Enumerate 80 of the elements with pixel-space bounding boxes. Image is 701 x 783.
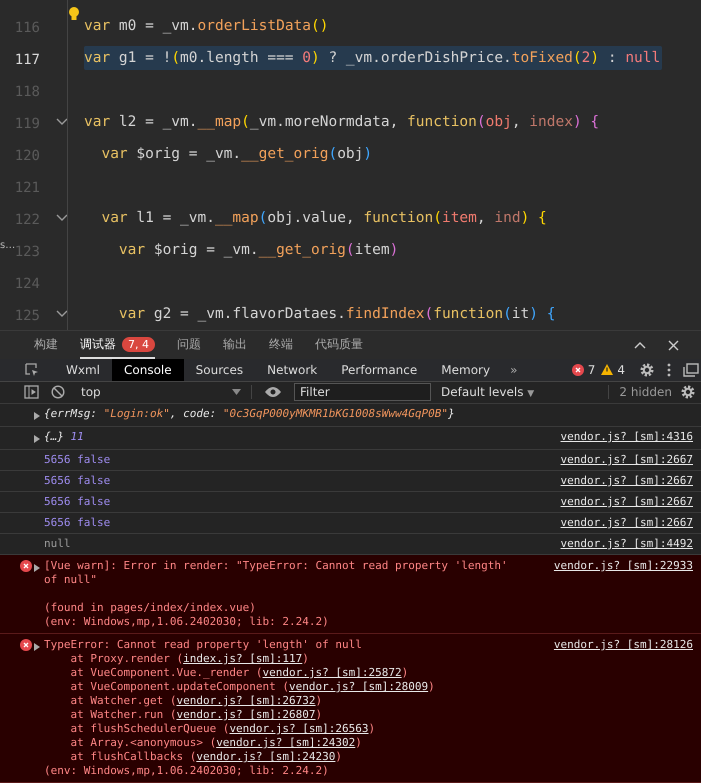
more-icon[interactable] (667, 362, 671, 377)
devtools-tab[interactable]: Sources (184, 359, 256, 381)
lightbulb-icon[interactable] (68, 6, 80, 22)
warning-count: 4 (617, 362, 625, 377)
devtools-tab[interactable]: Network (255, 359, 330, 381)
panel-tab[interactable]: 代码质量 (315, 331, 363, 360)
console-text: (found in pages/index/index.vue) (44, 601, 256, 614)
devtools-tab[interactable]: Wxml (54, 359, 112, 381)
chevron-down-icon[interactable] (56, 310, 68, 318)
devtools-tab[interactable]: Performance (329, 359, 430, 381)
console-text: at Proxy.render (index.js? [sm]:117) (69, 652, 309, 666)
panel-tab[interactable]: 问题 (177, 331, 201, 360)
close-icon[interactable] (668, 340, 679, 351)
expand-arrow-icon[interactable] (34, 412, 40, 420)
panel-tab[interactable]: 终端 (269, 331, 293, 360)
code-line: var l2 = _vm.__map(_vm.moreNormdata, function(obj, index) { (84, 114, 600, 130)
eye-icon[interactable] (264, 386, 282, 398)
code-line: var $orig = _vm.__get_orig(obj) (100, 146, 372, 162)
sidebar-icon[interactable] (24, 385, 39, 400)
console-text: 5656 false (44, 474, 110, 488)
console-text: 5656 false (44, 516, 110, 530)
chevron-down-icon[interactable] (56, 214, 68, 222)
clear-icon[interactable] (51, 385, 65, 400)
source-link[interactable]: vendor.js? [sm]:2667 (560, 516, 693, 530)
hidden-count: 2 hidden (608, 385, 672, 400)
warning-icon (601, 364, 614, 376)
console-text: 5656 false (44, 453, 110, 466)
error-count: 7 (588, 362, 596, 377)
source-link[interactable]: vendor.js? [sm]:2667 (560, 474, 693, 488)
error-icon (20, 639, 32, 652)
inspect-icon[interactable] (24, 362, 40, 378)
line-number: 117 (14, 52, 40, 68)
source-link[interactable]: vendor.js? [sm]:4492 (560, 537, 693, 552)
console-text: at VueComponent.updateComponent (vendor.js? [sm]:28009) (69, 680, 435, 694)
source-link[interactable]: vendor.js? [sm]:28126 (554, 638, 693, 778)
code-line: var g1 = !(m0.length === 0) ? _vm.orderDishPrice.toFixed(2) : null (84, 50, 660, 66)
console-text: (env: Windows,mp,1.06.2402030; lib: 2.24.2) (44, 615, 329, 628)
source-link[interactable]: vendor.js? [sm]:2667 (560, 453, 693, 468)
devtools-tab[interactable]: Console (112, 359, 184, 381)
context-select[interactable]: top (81, 385, 252, 400)
error-icon (572, 364, 584, 376)
console-text: at VueComponent.Vue._render (vendor.js? [sm]:25872) (69, 666, 408, 680)
console-text: null (44, 537, 70, 550)
panel-tab[interactable]: 构建 (34, 331, 58, 360)
console-text: at Array.<anonymous> (vendor.js? [sm]:24302) (69, 736, 362, 750)
panel-tab[interactable]: 输出 (223, 331, 247, 360)
source-link[interactable]: vendor.js? [sm]:22933 (554, 559, 693, 630)
expand-arrow-icon[interactable] (34, 643, 40, 652)
code-line: var $orig = _vm.__get_orig(item) (118, 242, 398, 258)
source-link[interactable]: vendor.js? [sm]:2667 (560, 495, 693, 510)
console-text: (env: Windows,mp,1.06.2402030; lib: 2.24.2) (44, 764, 329, 778)
console-text: at flushSchedulerQueue (vendor.js? [sm]:26563) (69, 722, 376, 736)
tab-label: s… (0, 240, 16, 251)
devtools-tab[interactable]: Memory (429, 359, 502, 381)
chevron-up-icon[interactable] (634, 341, 646, 350)
expand-arrow-icon[interactable] (34, 435, 40, 444)
console-text: at Watcher.get (vendor.js? [sm]:26732) (69, 694, 322, 708)
code-line: var l1 = _vm.__map(obj.value, function(item, ind) { (100, 210, 547, 226)
console-text: at flushCallbacks (vendor.js? [sm]:24230) (69, 750, 342, 764)
console-text: 5656 false (44, 495, 110, 508)
code-line: var m0 = _vm.orderListData() (84, 18, 328, 34)
source-link[interactable]: vendor.js? [sm]:4316 (560, 430, 693, 446)
dock-icon[interactable] (683, 362, 699, 377)
levels-dropdown[interactable]: Default levels ▼ (441, 385, 534, 400)
console-text: {errMsg: "Login:ok", code: "0c3GqP000yMKMR1bKG1008sWww4GqP0B"} (44, 407, 455, 420)
console-text: at Watcher.run (vendor.js? [sm]:26807) (69, 708, 322, 722)
settings-icon[interactable] (680, 384, 696, 400)
console-text: of null" (44, 573, 97, 586)
console-text: [Vue warn]: Error in render: "TypeError: Cannot read property 'length' (44, 559, 508, 572)
code-line: var g2 = _vm.flavorDataes.findIndex(function(it) { (118, 306, 556, 322)
console-text: {…} 11 (44, 430, 84, 444)
count-badge: 7, 4 (122, 336, 155, 352)
error-icon (20, 560, 32, 572)
expand-arrow-icon[interactable] (34, 564, 40, 572)
filter-field[interactable]: Filter (294, 383, 431, 402)
settings-icon[interactable] (639, 362, 655, 378)
chevron-down-icon[interactable] (56, 118, 68, 126)
more-tabs-button[interactable]: » (510, 362, 518, 377)
console-text: TypeError: Cannot read property 'length' of null (44, 638, 362, 652)
caret-icon (232, 389, 241, 396)
